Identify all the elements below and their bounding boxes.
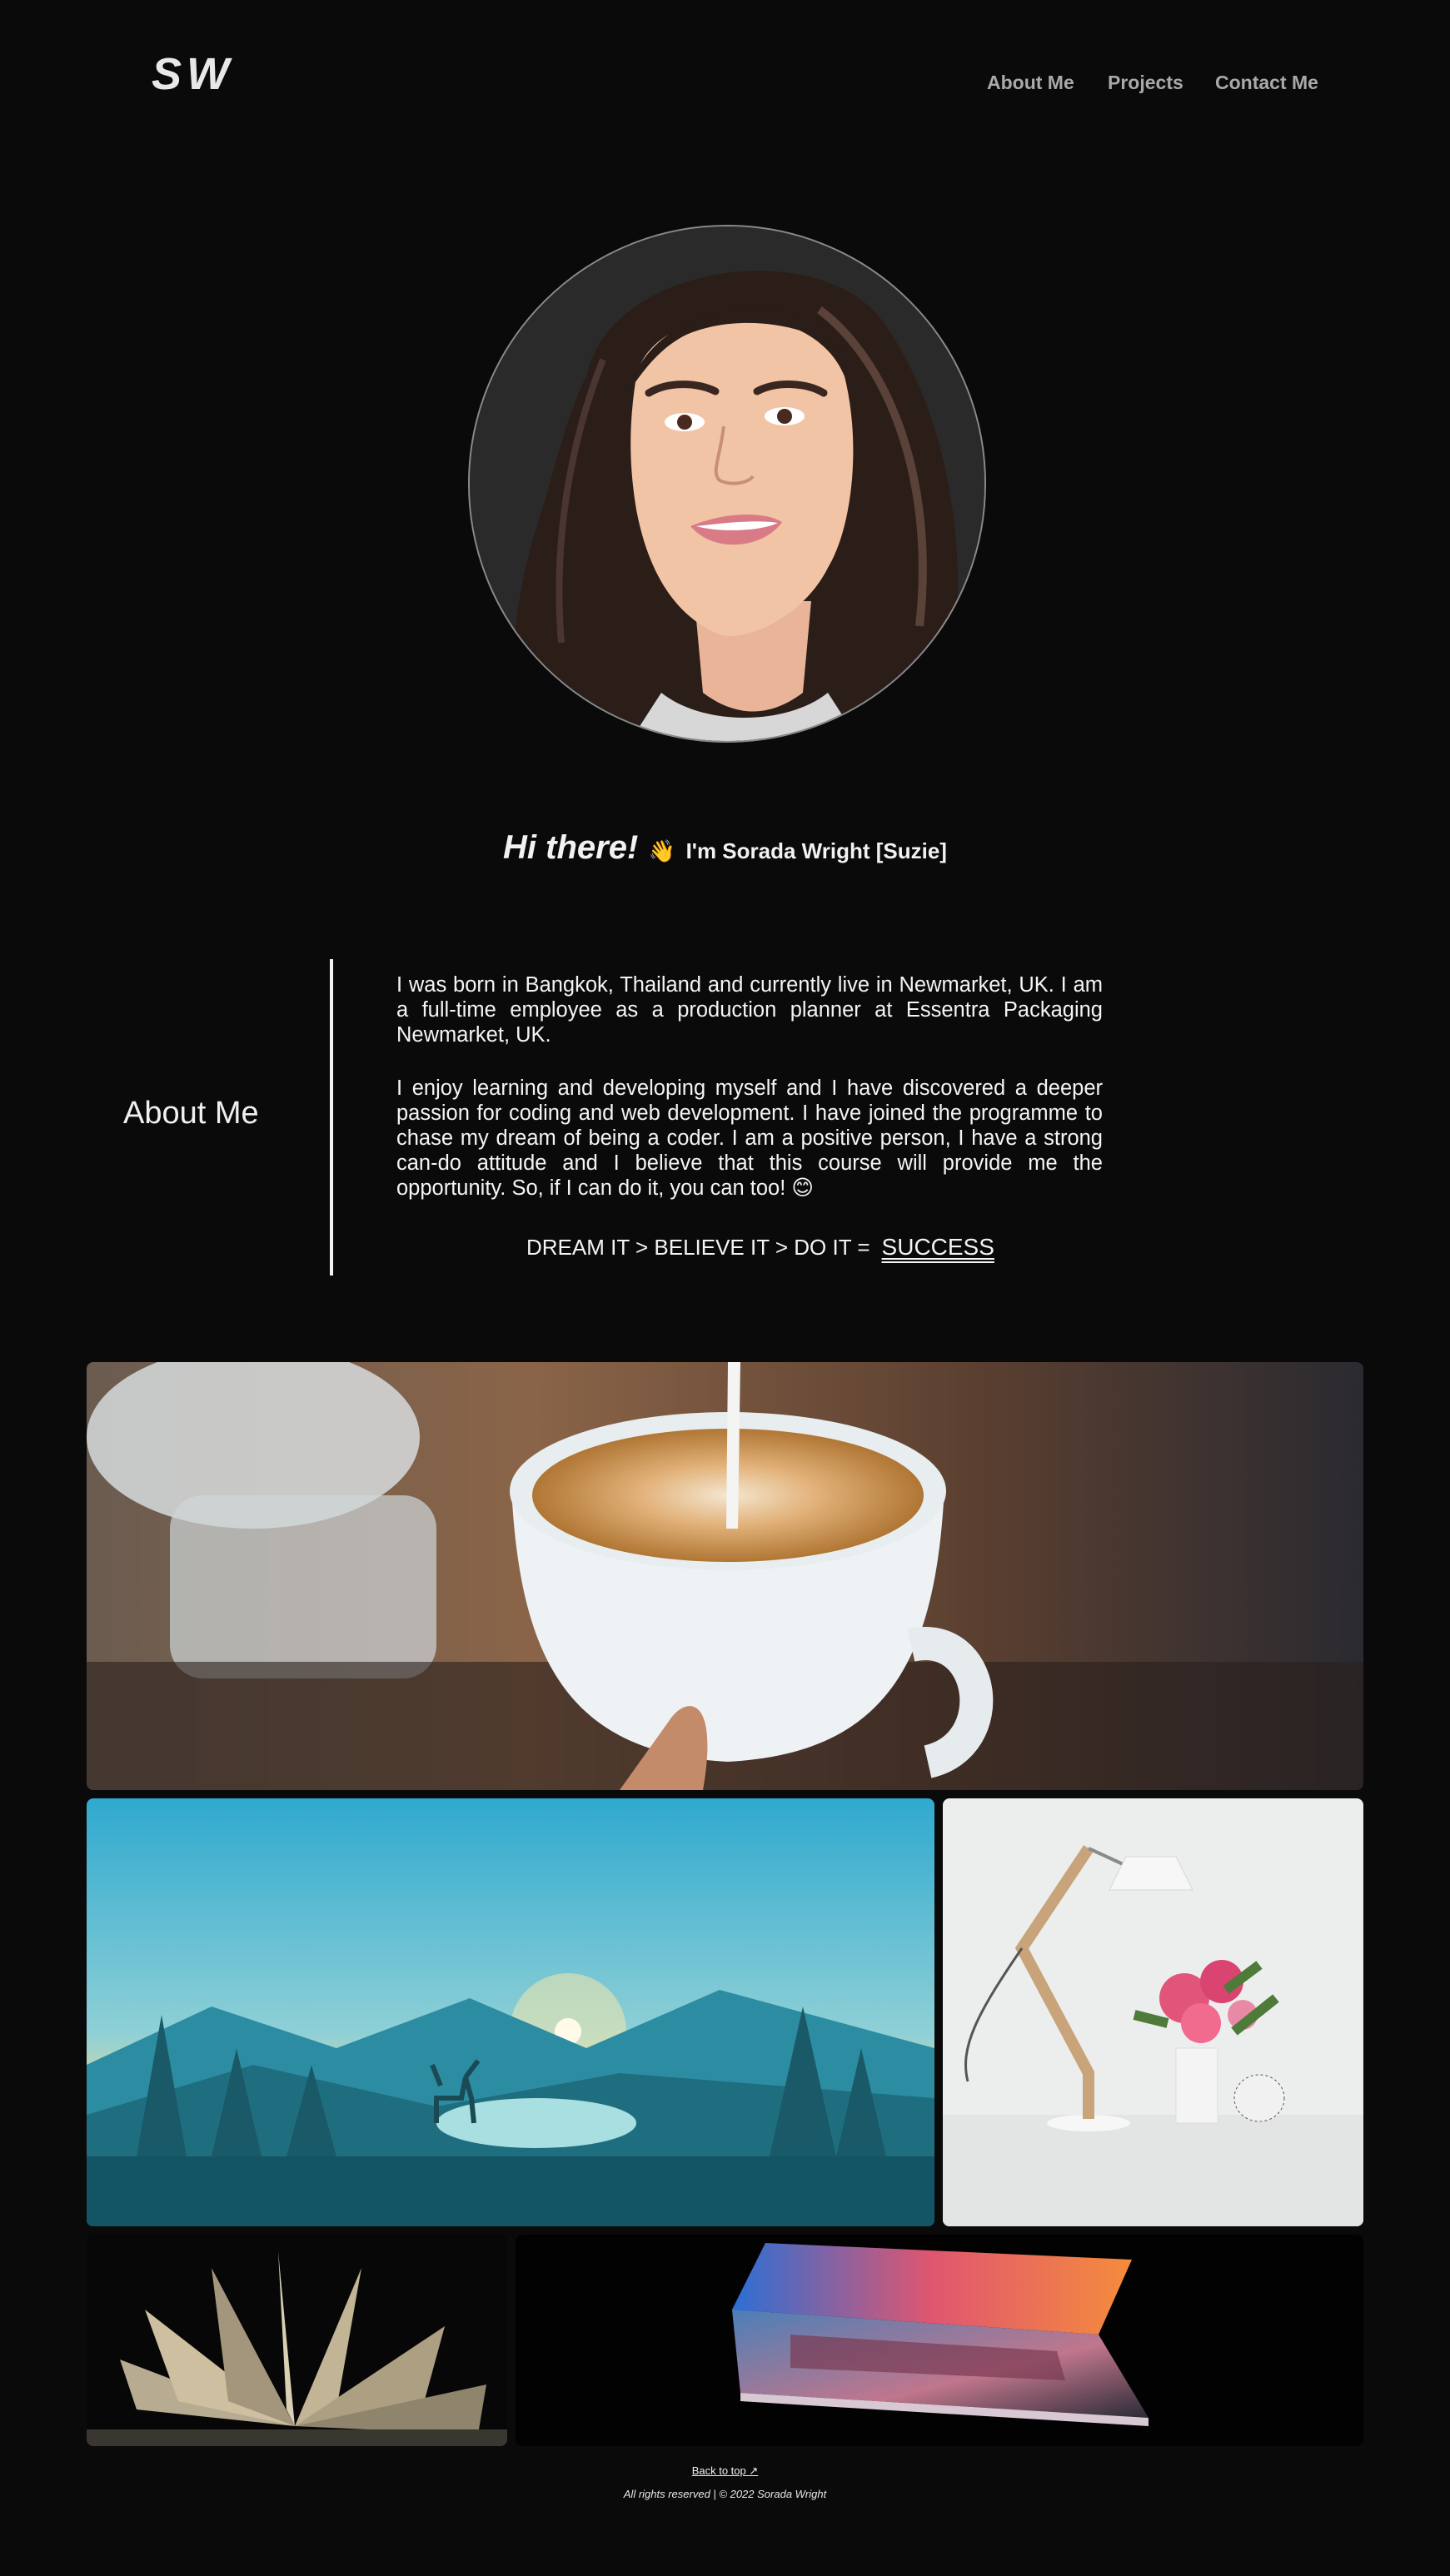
profile-avatar (468, 225, 986, 743)
gallery-image-lamp-flowers (943, 1798, 1363, 2226)
about-paragraph-2: I enjoy learning and developing myself a… (396, 1076, 1103, 1201)
nav-projects[interactable]: Projects (1108, 72, 1183, 94)
success-link[interactable]: SUCCESS (882, 1234, 994, 1261)
motto: DREAM IT > BELIEVE IT > DO IT = SUCCESS (526, 1234, 994, 1261)
nav-contact-me[interactable]: Contact Me (1215, 72, 1318, 94)
back-to-top-link[interactable]: Back to top ↗ (692, 2464, 759, 2477)
hero-greeting: Hi there! 👋 I'm Sorada Wright [Suzie] (0, 829, 1450, 867)
about-paragraph-2-text: I enjoy learning and developing myself a… (396, 1077, 1103, 1200)
back-to-top: Back to top ↗ (0, 2464, 1450, 2478)
nav-about-me[interactable]: About Me (987, 72, 1074, 94)
smile-emoji-icon: 😊 (791, 1176, 814, 1200)
gallery-image-coffee (87, 1362, 1363, 1790)
greeting-text: Hi there! (503, 829, 639, 866)
footer-rights: All rights reserved | © 2022 Sorada Wrig… (623, 2488, 827, 2500)
motto-text: DREAM IT > BELIEVE IT > DO IT = (526, 1235, 870, 1260)
about-divider (330, 959, 333, 1276)
gallery-image-mountain-lake (87, 1798, 934, 2226)
intro-name: I'm Sorada Wright [Suzie] (685, 838, 947, 863)
about-paragraph-1: I was born in Bangkok, Thailand and curr… (396, 973, 1103, 1047)
waving-hand-icon: 👋 (648, 838, 676, 863)
gallery-image-laptop (516, 2235, 1363, 2446)
about-title: About Me (123, 1096, 259, 1131)
gallery-image-open-book (87, 2235, 507, 2446)
site-logo[interactable]: SW (152, 48, 234, 100)
